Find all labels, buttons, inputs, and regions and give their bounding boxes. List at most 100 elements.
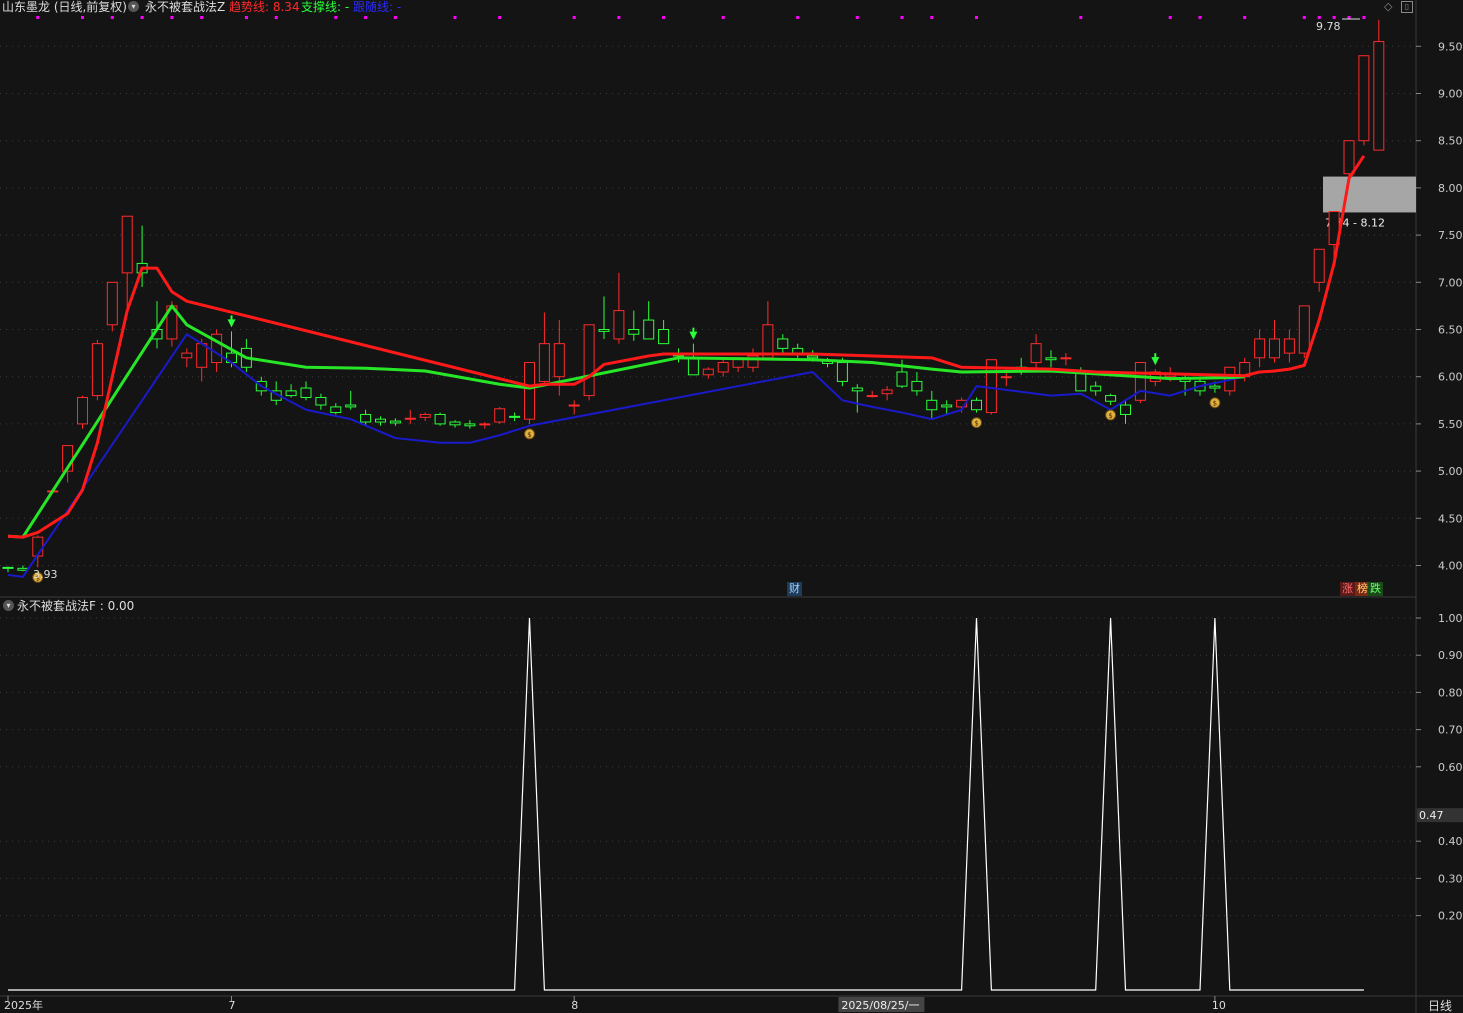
candle-body (792, 347, 804, 354)
candle-body (1373, 41, 1385, 151)
signal-dot (364, 16, 368, 19)
fall-badge[interactable]: 跌 (1368, 582, 1383, 596)
signal-dot (1243, 16, 1247, 19)
sub-tick-label: 0.60 (1438, 761, 1463, 774)
candle-body (330, 406, 342, 414)
window-toggle-icon[interactable]: ▯ (1401, 1, 1413, 13)
candle-body (568, 404, 580, 407)
candle-body (494, 408, 506, 423)
candle-body (1045, 357, 1057, 361)
signal-dot (334, 16, 338, 19)
candle-body (77, 396, 88, 425)
money-bag-symbol: $ (1108, 412, 1112, 420)
candle-body (1000, 376, 1012, 379)
sub-tick-label: 0.40 (1438, 835, 1463, 848)
follow-line-value: 跟随线: - (353, 0, 402, 14)
candle-body (479, 423, 491, 426)
candle-body (1090, 385, 1102, 392)
candle-body (1313, 248, 1325, 283)
candle-body (181, 352, 193, 359)
high-price-label: 9.78 (1316, 20, 1341, 33)
indicator-name[interactable]: 永不被套战法Z (145, 0, 225, 14)
price-tick-label: 4.00 (1438, 560, 1463, 573)
price-chart[interactable]: 9.50 9.00 8.50 8.00 7.50 7.00 6.50 6.00 5.50 5.00… (0, 0, 1463, 1013)
candle-body (1060, 357, 1072, 360)
candle-body (1358, 55, 1370, 142)
signal-dot (393, 16, 397, 19)
candle-body (851, 387, 863, 392)
candle-body (613, 310, 625, 340)
price-tick-label: 5.50 (1438, 418, 1463, 431)
candle-body (702, 368, 714, 376)
signal-dot (81, 16, 84, 19)
trend-line-value: 趋势线: 8.34 (229, 0, 300, 14)
candle-body (866, 395, 878, 398)
signal-dot (1317, 16, 1321, 19)
period-label[interactable]: 日线 (1428, 999, 1452, 1013)
time-axis-label: 10 (1212, 999, 1226, 1012)
time-axis-label: 8 (571, 999, 578, 1012)
indicator-dropdown-icon[interactable]: ▾ (128, 1, 139, 12)
kline-chart-app: 9.50 9.00 8.50 8.00 7.50 7.00 6.50 6.00 5.50 5.00… (0, 0, 1463, 1013)
signal-dot (572, 16, 576, 19)
signal-dot (1302, 16, 1306, 19)
sub-indicator-label: 永不被套战法F : 0.00 (17, 599, 135, 613)
candle-body (389, 420, 401, 424)
finance-badge[interactable]: 财 (787, 582, 802, 596)
candle-body (658, 329, 670, 345)
candle-body (196, 343, 208, 368)
candle-body (777, 338, 789, 349)
candle-body (464, 423, 476, 427)
candle-body (881, 389, 893, 395)
candle-body (1269, 338, 1280, 359)
diamond-icon[interactable]: ◇ (1384, 0, 1392, 14)
candle-body (509, 415, 521, 418)
candle-body (687, 357, 699, 376)
sub-indicator-line (8, 617, 1364, 991)
signal-dot (617, 16, 621, 19)
candle-body (896, 371, 908, 387)
signal-dot (1079, 16, 1083, 19)
signal-dot (498, 16, 502, 19)
money-bag-symbol: $ (1213, 400, 1217, 408)
signal-dot (110, 16, 114, 19)
signal-dot (170, 16, 174, 19)
sub-tick-label: 0.70 (1438, 724, 1463, 737)
candle-body (375, 418, 386, 423)
candle-body (315, 396, 327, 406)
sub-tick-label: 0.20 (1438, 910, 1463, 923)
price-tick-label: 4.50 (1438, 512, 1463, 525)
candle-body (524, 362, 535, 420)
support-line (7, 304, 1245, 539)
candle-body (434, 413, 446, 425)
signal-dot (1332, 16, 1336, 19)
price-tick-label: 9.00 (1438, 88, 1463, 101)
sub-indicator-dropdown-icon[interactable]: ▾ (3, 600, 14, 611)
stock-title: 山东墨龙 (日线,前复权) (2, 0, 127, 14)
price-zone-box (1323, 176, 1416, 213)
candle-body (598, 329, 610, 332)
sub-tick-label: 0.80 (1438, 686, 1463, 699)
signal-dot (453, 16, 457, 19)
signal-dot (721, 16, 725, 19)
time-axis-label: 2025年 (4, 998, 43, 1012)
signal-dot (1168, 16, 1172, 19)
signal-dot (244, 16, 248, 19)
candle-body (345, 404, 357, 408)
candle-body (538, 343, 550, 382)
sub-tick-label: 0.47 (1419, 809, 1444, 822)
candle-body (926, 399, 938, 411)
candle-body (1105, 395, 1117, 402)
support-line-value: 支撑线: - (301, 0, 350, 14)
candle-body (583, 324, 595, 397)
sub-tick-label: 0.90 (1438, 649, 1463, 662)
candle-body (911, 380, 923, 392)
price-tick-label: 7.00 (1438, 276, 1463, 289)
candle-body (628, 329, 640, 335)
rise-badge[interactable]: 涨 (1340, 582, 1355, 596)
candle-body (300, 387, 312, 398)
candle-body (717, 362, 729, 373)
time-axis-label: 7 (229, 999, 236, 1012)
candle-body (419, 413, 431, 418)
candle-body (449, 421, 461, 426)
